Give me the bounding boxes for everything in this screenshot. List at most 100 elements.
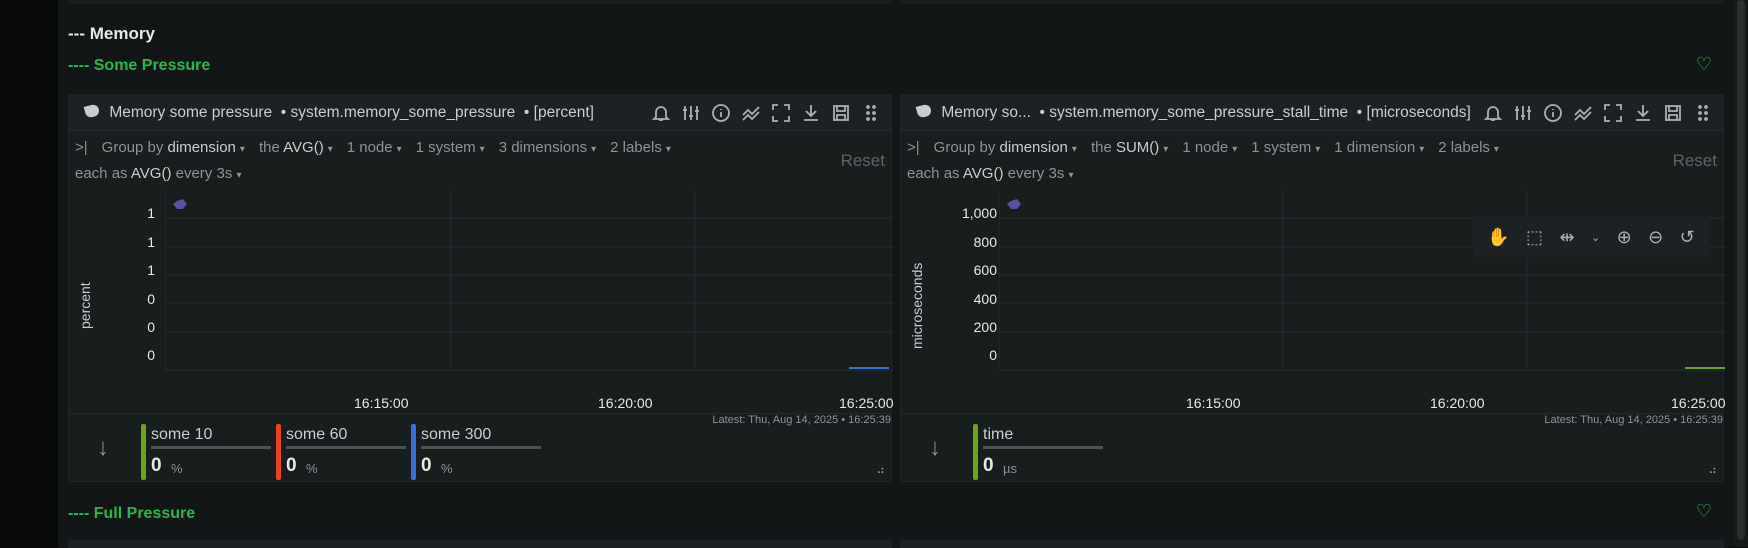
scrollbar[interactable]: [1734, 0, 1748, 547]
download-icon[interactable]: [799, 101, 823, 125]
dimension-value: 0: [286, 455, 297, 476]
aggregation-selector[interactable]: the AVG() ▾: [259, 139, 333, 156]
legend-dimension[interactable]: time 0 µs: [973, 424, 1103, 482]
reset-button[interactable]: Reset: [1673, 151, 1717, 171]
alert-bell-icon[interactable]: [649, 101, 673, 125]
chart-titlebar: Memory some pressure • system.memory_som…: [69, 95, 891, 131]
dimension-color-swatch: [141, 424, 146, 480]
left-sidebar: [0, 0, 58, 547]
horizontal-select-icon[interactable]: ⇹: [1559, 227, 1574, 248]
chart-type-switch-icon[interactable]: [1571, 101, 1595, 125]
dimension-bar: [151, 446, 271, 449]
dimensions-selector[interactable]: 1 dimension ▾: [1334, 139, 1424, 156]
sort-arrow-icon[interactable]: ↓: [97, 434, 109, 462]
favorite-heart-icon[interactable]: ♡: [1696, 501, 1712, 522]
alert-bell-icon[interactable]: [1481, 101, 1505, 125]
x-tick: 16:25:00: [839, 395, 894, 411]
chart-type-switch-icon[interactable]: [739, 101, 763, 125]
systems-selector[interactable]: 1 system ▾: [1251, 139, 1320, 156]
group-by-row: >| Group by dimension ▾ the AVG() ▾ 1 node…: [75, 139, 671, 156]
chart-toolbar: [649, 101, 883, 125]
collapse-icon[interactable]: >|: [75, 139, 88, 156]
chevron-down-icon[interactable]: ⌄: [1591, 231, 1600, 244]
dimension-name: time: [983, 426, 1014, 443]
dimension-value: 0: [151, 455, 162, 476]
dimension-unit: %: [441, 461, 453, 476]
zoom-out-icon[interactable]: ⊖: [1648, 227, 1663, 248]
chart-context: • system.memory_some_pressure: [280, 104, 516, 121]
chart-units: • [percent]: [523, 104, 594, 121]
y-tick: 600: [973, 262, 997, 278]
y-tick: 0: [147, 319, 155, 335]
save-icon[interactable]: [1661, 101, 1685, 125]
favorite-heart-icon[interactable]: ♡: [1696, 54, 1712, 75]
reset-button[interactable]: Reset: [841, 151, 885, 171]
settings-sliders-icon[interactable]: [679, 101, 703, 125]
dimensions-selector[interactable]: 3 dimensions ▾: [499, 139, 596, 156]
settings-sliders-icon[interactable]: [1511, 101, 1535, 125]
chart-toolbar: [1481, 101, 1715, 125]
chart-type-icon: [83, 103, 101, 119]
dimension-bar: [421, 446, 541, 449]
chart-units: • [microseconds]: [1356, 104, 1471, 121]
drag-handle-icon[interactable]: [1691, 101, 1715, 125]
chart-type-icon: [915, 103, 933, 119]
labels-selector[interactable]: 2 labels ▾: [610, 139, 671, 156]
labels-selector[interactable]: 2 labels ▾: [1438, 139, 1499, 156]
dimension-color-swatch: [973, 424, 978, 480]
fullscreen-icon[interactable]: [769, 101, 793, 125]
info-icon[interactable]: [709, 101, 733, 125]
zoom-toolbar: ✋ ⬚ ⇹ ⌄ ⊕ ⊖ ↺: [1473, 217, 1709, 257]
group-by-selector[interactable]: Group by dimension ▾: [934, 139, 1077, 156]
dimension-unit: %: [306, 461, 318, 476]
zoom-in-icon[interactable]: ⊕: [1617, 227, 1632, 248]
pan-hand-icon[interactable]: ✋: [1487, 227, 1509, 248]
scrollbar-thumb[interactable]: [1737, 0, 1745, 540]
select-area-icon[interactable]: ⬚: [1526, 227, 1543, 248]
aggregation-selector[interactable]: the SUM() ▾: [1091, 139, 1168, 156]
anomaly-marker-icon: [173, 199, 187, 209]
resize-handle-icon[interactable]: ⠴: [1708, 463, 1717, 477]
chart-title: Memory so... • system.memory_some_pressu…: [915, 103, 1471, 122]
systems-selector[interactable]: 1 system ▾: [416, 139, 485, 156]
y-tick: 1: [147, 262, 155, 278]
drag-handle-icon[interactable]: [859, 101, 883, 125]
dimension-value: 0: [421, 455, 432, 476]
x-tick: 16:20:00: [598, 395, 653, 411]
series-line-some-300: [849, 367, 889, 369]
chart-legend: ↓ time 0 µs ⠴: [901, 413, 1723, 483]
dimension-unit: µs: [1003, 461, 1017, 476]
section-title-memory: --- Memory: [68, 24, 155, 43]
legend-dimension[interactable]: some 60 0 %: [276, 424, 406, 482]
collapse-icon[interactable]: >|: [907, 139, 920, 156]
x-tick: 16:25:00: [1671, 395, 1726, 411]
each-as-selector[interactable]: each as AVG() every 3s ▾: [75, 165, 242, 182]
y-axis-label: percent: [77, 282, 93, 329]
chart-plot-area[interactable]: [165, 191, 893, 373]
reset-zoom-icon[interactable]: ↺: [1680, 227, 1695, 248]
legend-dimension[interactable]: some 300 0 %: [411, 424, 541, 482]
resize-handle-icon[interactable]: ⠴: [876, 463, 885, 477]
y-tick: 1: [147, 234, 155, 250]
chart-title: Memory some pressure • system.memory_som…: [83, 103, 594, 122]
nodes-selector[interactable]: 1 node ▾: [347, 139, 402, 156]
x-tick: 16:20:00: [1430, 395, 1485, 411]
subsection-some-pressure: ---- Some Pressure: [68, 57, 211, 74]
group-by-selector[interactable]: Group by dimension ▾: [102, 139, 245, 156]
info-icon[interactable]: [1541, 101, 1565, 125]
download-icon[interactable]: [1631, 101, 1655, 125]
y-tick: 400: [973, 291, 997, 307]
dimension-color-swatch: [411, 424, 416, 480]
fullscreen-icon[interactable]: [1601, 101, 1625, 125]
chart-titlebar: Memory so... • system.memory_some_pressu…: [901, 95, 1723, 131]
sort-arrow-icon[interactable]: ↓: [929, 434, 941, 462]
dimension-name: some 300: [421, 426, 492, 443]
chart-context: • system.memory_some_pressure_stall_time: [1039, 104, 1349, 121]
chart-title-text: Memory so...: [941, 104, 1031, 121]
y-tick: 800: [973, 234, 997, 250]
save-icon[interactable]: [829, 101, 853, 125]
nodes-selector[interactable]: 1 node ▾: [1182, 139, 1237, 156]
y-axis-label: microseconds: [909, 262, 925, 349]
legend-dimension[interactable]: some 10 0 %: [141, 424, 271, 482]
each-as-selector[interactable]: each as AVG() every 3s ▾: [907, 165, 1074, 182]
